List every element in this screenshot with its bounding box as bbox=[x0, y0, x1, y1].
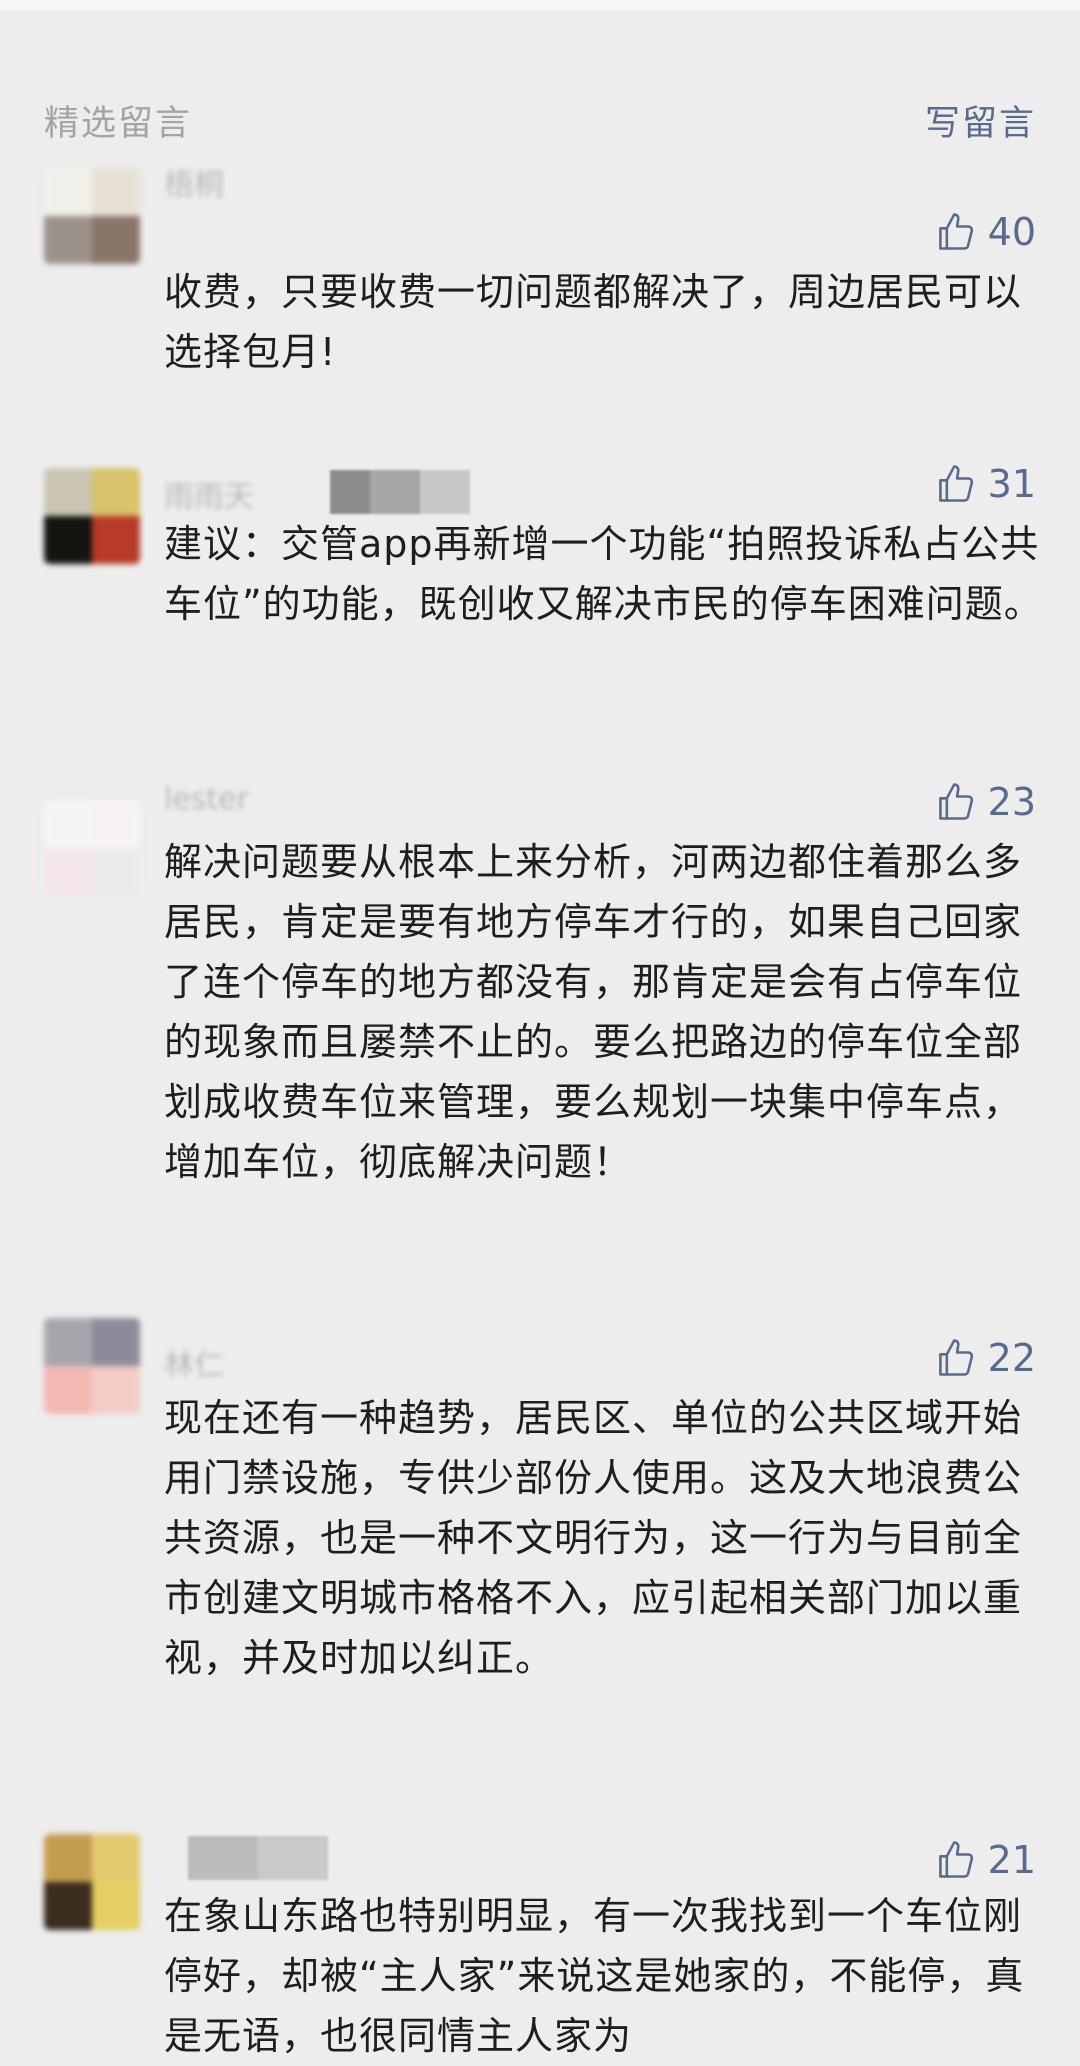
comment-text: 现在还有一种趋势，居民区、单位的公共区域开始用门禁设施，专供少部份人使用。这及大… bbox=[164, 1396, 1023, 1680]
like-count: 23 bbox=[987, 780, 1036, 824]
comments-header: 精选留言 写留言 bbox=[44, 95, 1036, 145]
comment-text: 在象山东路也特别明显，有一次我找到一个车位刚停好，却被“主人家”来说这是她家的，… bbox=[164, 1894, 1025, 2058]
write-comment-button[interactable]: 写留言 bbox=[925, 95, 1036, 146]
thumbs-up-icon bbox=[938, 783, 973, 820]
avatar[interactable] bbox=[44, 168, 140, 264]
thumbs-up-icon bbox=[938, 465, 973, 502]
like-button[interactable]: 40 bbox=[934, 204, 1036, 260]
comment-text: 解决问题要从根本上来分析，河两边都住着那么多居民，肯定是要有地方停车才行的，如果… bbox=[164, 840, 1023, 1184]
commenter-name[interactable]: 雨雨天 bbox=[164, 472, 254, 516]
like-button[interactable]: 31 bbox=[934, 456, 1036, 512]
like-count: 21 bbox=[987, 1838, 1036, 1882]
like-button[interactable]: 21 bbox=[934, 1832, 1036, 1888]
like-button[interactable]: 23 bbox=[934, 774, 1036, 830]
redacted-mosaic bbox=[188, 1836, 328, 1880]
like-count: 22 bbox=[987, 1336, 1036, 1380]
avatar[interactable] bbox=[44, 800, 140, 896]
comment-text: 收费，只要收费一切问题都解决了，周边居民可以选择包月! bbox=[164, 270, 1023, 374]
avatar[interactable] bbox=[44, 468, 140, 564]
redacted-mosaic bbox=[330, 470, 470, 514]
commenter-name[interactable]: lester bbox=[164, 782, 249, 817]
thumbs-up-icon bbox=[938, 213, 973, 250]
comment-text: 建议：交管app再新增一个功能“拍照投诉私占公共车位”的功能，既创收又解决市民的… bbox=[164, 522, 1043, 626]
thumbs-up-icon bbox=[938, 1339, 973, 1376]
commenter-name[interactable]: 梧桐 bbox=[164, 160, 224, 204]
like-button[interactable]: 22 bbox=[934, 1330, 1036, 1386]
thumbs-up-icon bbox=[938, 1841, 973, 1878]
featured-comments-title: 精选留言 bbox=[44, 103, 193, 144]
like-count: 40 bbox=[987, 210, 1036, 254]
avatar[interactable] bbox=[44, 1834, 140, 1930]
avatar[interactable] bbox=[44, 1318, 140, 1414]
like-count: 31 bbox=[987, 462, 1036, 506]
commenter-name[interactable]: 林仁 bbox=[164, 1340, 224, 1384]
top-strip bbox=[0, 0, 1080, 10]
